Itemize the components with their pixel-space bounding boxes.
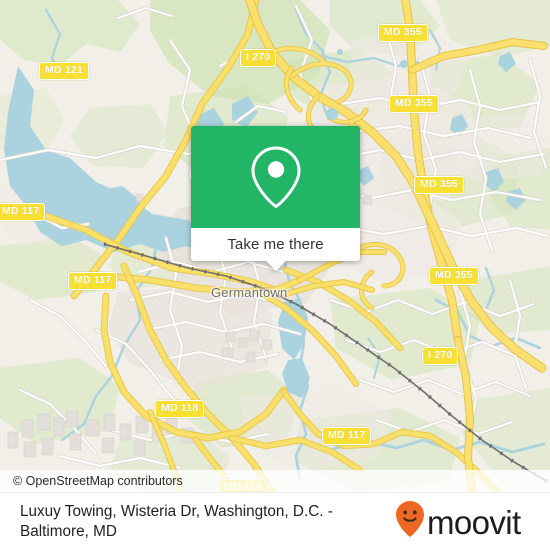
map-pin-icon (250, 144, 302, 210)
osm-attribution[interactable]: © OpenStreetMap contributors (0, 474, 183, 488)
shield-i-270-s[interactable]: I 270 (422, 347, 459, 365)
footer-bar: Luxuy Towing, Wisteria Dr, Washington, D… (0, 492, 550, 550)
shield-md-117-c[interactable]: MD 117 (68, 272, 118, 290)
shield-i-270-n[interactable]: I 270 (240, 49, 277, 67)
shield-md-118[interactable]: MD 118 (155, 400, 205, 418)
popup-tail (265, 260, 287, 271)
moovit-logo[interactable]: moovit (395, 500, 535, 543)
shield-md-355-e[interactable]: MD 355 (414, 176, 464, 194)
moovit-wordmark: moovit (427, 504, 521, 541)
popup-action-bar[interactable]: Take me there (191, 228, 360, 261)
shield-md-117-w[interactable]: MD 117 (0, 203, 46, 221)
attribution-bar: © OpenStreetMap contributors (0, 470, 550, 492)
moovit-smiley-pin-icon (395, 500, 425, 543)
take-me-there-label: Take me there (227, 236, 324, 253)
popup-header (191, 126, 360, 228)
shield-md-121[interactable]: MD 121 (39, 62, 89, 80)
shield-md-355-c[interactable]: MD 355 (389, 95, 439, 113)
shield-md-117-s[interactable]: MD 117 (322, 427, 372, 445)
map-popup[interactable]: Take me there (191, 126, 360, 271)
screenshot-root: .water { fill:#aad3df; } .waterln { stro… (0, 0, 550, 550)
place-label-germantown: Germantown (211, 285, 288, 300)
shield-md-355-n[interactable]: MD 355 (378, 24, 428, 42)
location-title: Luxuy Towing, Wisteria Dr, Washington, D… (20, 503, 333, 540)
map-canvas[interactable]: .water { fill:#aad3df; } .waterln { stro… (0, 0, 550, 492)
shield-md-355-s[interactable]: MD 355 (429, 267, 479, 285)
